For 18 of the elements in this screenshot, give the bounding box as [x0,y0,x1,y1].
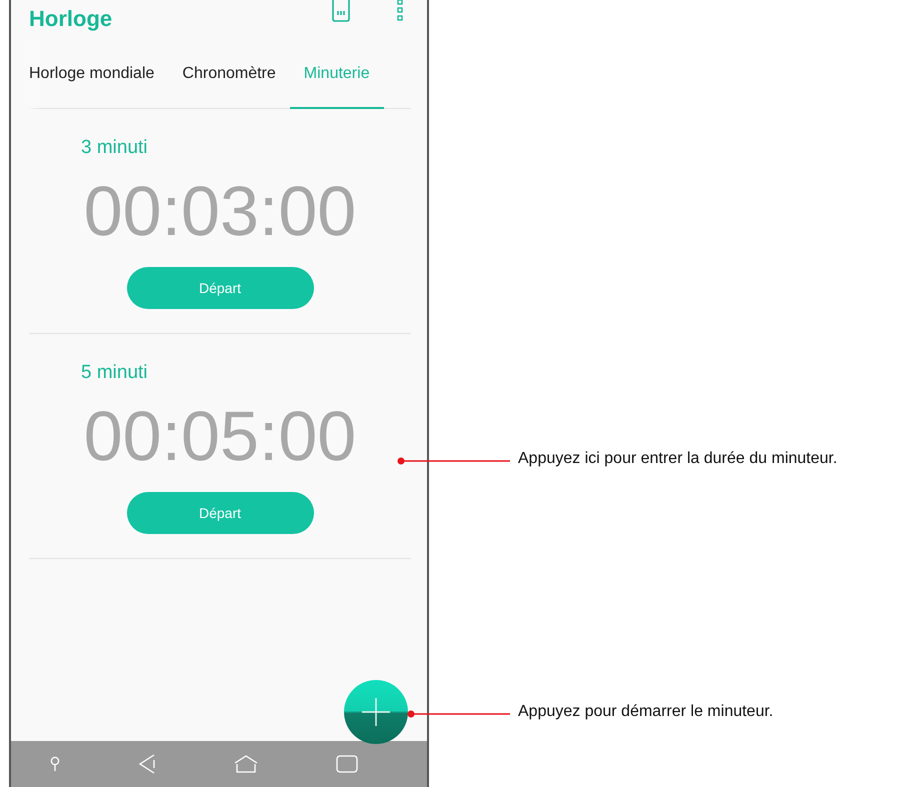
tab[interactable]: Chronomètre [168,40,290,109]
start-button[interactable]: Départ [126,492,314,534]
timer-time[interactable]: 00:05:00 [84,390,356,482]
back-icon[interactable] [138,754,156,774]
trash-icon[interactable] [331,0,351,22]
tab[interactable]: Minuterie [290,40,384,109]
start-button[interactable]: Départ [126,267,314,309]
plus-icon [362,698,390,726]
timer-label: 3 minuti [81,137,148,159]
timer-time[interactable]: 00:03:00 [84,165,356,257]
home-icon[interactable] [234,755,258,773]
recent-apps-icon[interactable] [336,755,358,773]
more-icon[interactable] [397,0,403,22]
app-title: Horloge [29,6,112,32]
search-icon[interactable] [50,756,60,772]
timer-label: 5 minuti [81,362,148,384]
annotation-text: Appuyez pour démarrer le minuteur. [518,703,774,721]
annotation-text: Appuyez ici pour entrer la durée du minuteur. [518,450,838,468]
